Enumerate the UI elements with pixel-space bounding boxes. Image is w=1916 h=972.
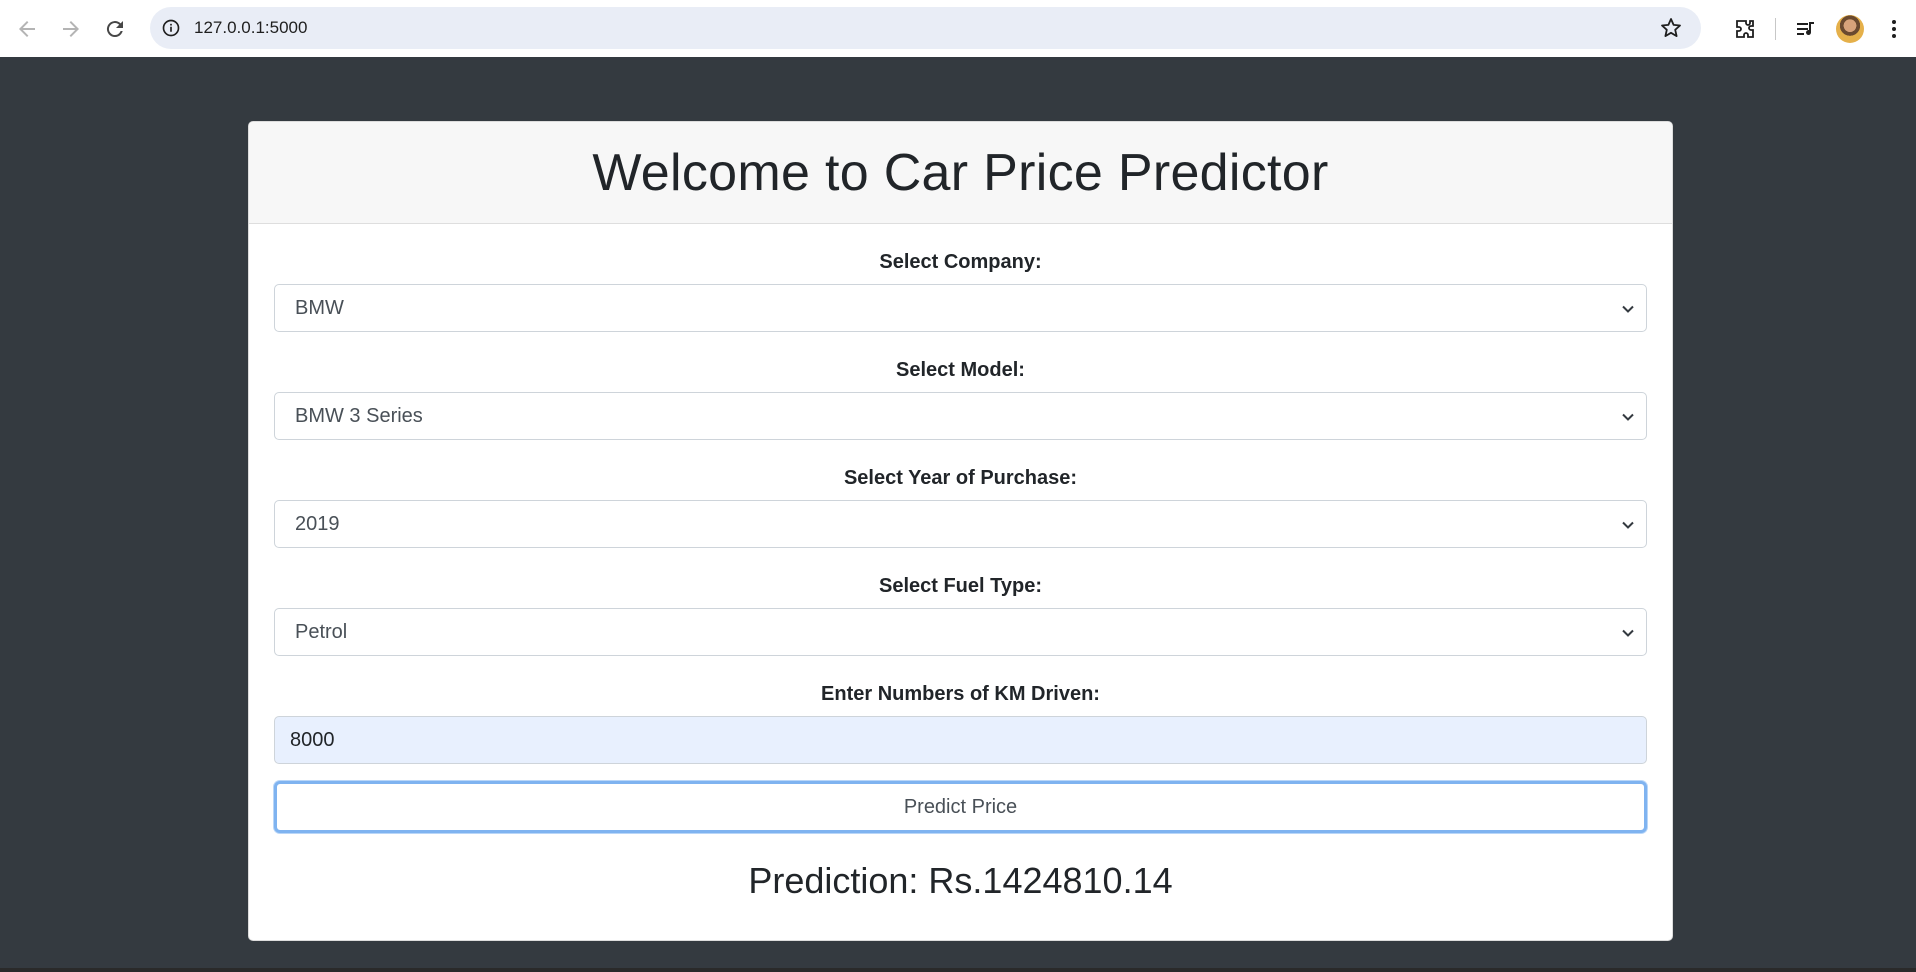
url-text[interactable]: 127.0.0.1:5000 bbox=[194, 18, 307, 38]
year-select-value: 2019 bbox=[295, 512, 340, 535]
company-select-value: BMW bbox=[295, 296, 344, 319]
predict-price-button[interactable]: Predict Price bbox=[274, 781, 1647, 833]
reload-icon bbox=[106, 20, 123, 37]
more-menu-button[interactable] bbox=[1872, 7, 1916, 51]
reading-list-icon bbox=[1797, 21, 1814, 35]
site-info-icon[interactable] bbox=[160, 17, 182, 39]
toolbar-divider bbox=[1775, 17, 1776, 40]
profile-button[interactable] bbox=[1828, 7, 1872, 51]
model-select-value: BMW 3 Series bbox=[295, 404, 423, 427]
model-label: Select Model: bbox=[896, 359, 1025, 381]
reading-list-button[interactable] bbox=[1784, 7, 1828, 51]
reload-button[interactable] bbox=[93, 7, 137, 51]
chevron-down-icon bbox=[1622, 413, 1634, 421]
model-select[interactable]: BMW 3 Series bbox=[274, 392, 1647, 440]
forward-arrow-icon bbox=[63, 20, 79, 37]
browser-toolbar: 127.0.0.1:5000 bbox=[0, 0, 1916, 57]
year-label: Select Year of Purchase: bbox=[843, 467, 1078, 489]
predictor-card: Welcome to Car Price Predictor Select Co… bbox=[248, 121, 1673, 941]
fuel-select-value: Petrol bbox=[295, 620, 348, 643]
toolbar-actions bbox=[1723, 0, 1916, 57]
km-label: Enter Numbers of KM Driven: bbox=[821, 683, 1100, 705]
year-select[interactable]: 2019 bbox=[274, 500, 1647, 548]
km-input[interactable]: 8000 bbox=[274, 716, 1647, 764]
page-title: Welcome to Car Price Predictor bbox=[592, 143, 1329, 202]
chevron-down-icon bbox=[1622, 629, 1634, 637]
address-bar[interactable]: 127.0.0.1:5000 bbox=[150, 7, 1701, 49]
company-label: Select Company: bbox=[879, 251, 1042, 273]
prediction-result: Prediction: Rs.1424810.14 bbox=[748, 860, 1173, 901]
card-header: Welcome to Car Price Predictor bbox=[249, 122, 1672, 224]
back-arrow-icon bbox=[19, 20, 35, 37]
bookmark-star-icon[interactable] bbox=[1659, 16, 1683, 40]
chevron-down-icon bbox=[1622, 305, 1634, 313]
fuel-label: Select Fuel Type: bbox=[878, 575, 1042, 597]
profile-avatar bbox=[1836, 14, 1864, 43]
extensions-button[interactable] bbox=[1723, 7, 1767, 51]
chevron-down-icon bbox=[1622, 521, 1634, 529]
more-menu-icon bbox=[1892, 19, 1896, 38]
window-bottom-edge bbox=[0, 968, 1916, 972]
prediction-form: Select Company: BMW Select Model: BMW 3 … bbox=[249, 251, 1672, 902]
company-select[interactable]: BMW bbox=[274, 284, 1647, 332]
extensions-icon bbox=[1736, 19, 1754, 38]
back-button[interactable] bbox=[5, 7, 49, 51]
fuel-select[interactable]: Petrol bbox=[274, 608, 1647, 656]
forward-button[interactable] bbox=[49, 7, 93, 51]
